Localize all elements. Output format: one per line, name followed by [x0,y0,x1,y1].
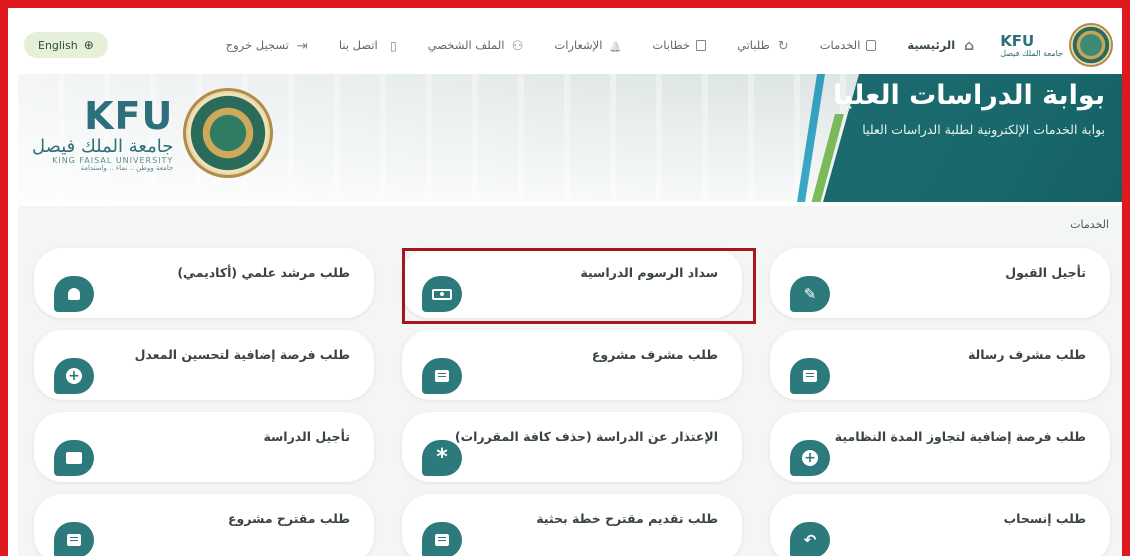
folder-icon [54,440,94,476]
university-logo: KFU جامعة الملك فيصل KING FAISAL UNIVERS… [32,88,274,178]
asterisk-icon: * [422,440,462,476]
nav-item-label: اتصل بنا [338,38,378,52]
nav-item-label: تسجيل خروج [225,38,289,52]
service-card-withdraw-semester[interactable]: الإعتذار عن الدراسة (حذف كافة المقررات) … [402,412,742,482]
logo-slogan: جامعة ووطن .. نماء .. واستدامة [80,163,174,172]
service-card-project-supervisor[interactable]: طلب مشرف مشروع [402,330,742,400]
service-card-label: طلب مشرف رسالة [967,347,1086,362]
nav-item-home[interactable]: الرئيسية [907,38,974,52]
service-card-project-proposal[interactable]: طلب مقترح مشروع [34,494,374,556]
service-card-research-proposal[interactable]: طلب تقديم مقترح خطة بحثية [402,494,742,556]
plus-icon: + [790,440,830,476]
nav-item-label: الملف الشخصي [427,38,505,52]
page-subtitle: بوابة الخدمات الإلكترونية لطلبة الدراسات… [862,122,1105,137]
service-card-label: طلب مقترح مشروع [228,511,350,526]
nav-item-label: خطابات [652,38,690,52]
service-card-label: طلب مرشد علمي (أكاديمي) [177,265,350,280]
screenshot-frame: KFU جامعة الملك فيصل الرئيسية الخدمات طل… [0,0,1130,556]
top-navigation: KFU جامعة الملك فيصل الرئيسية الخدمات طل… [18,16,1122,74]
edit-icon: ✎ [790,276,830,312]
letters-icon [696,39,706,51]
document-icon [790,358,830,394]
service-card-defer-admission[interactable]: تأجيل القبول ✎ [770,248,1110,318]
service-card-label: سداد الرسوم الدراسية [580,265,718,280]
service-card-withdrawal[interactable]: طلب إنسحاب ↶ [770,494,1110,556]
service-card-pay-tuition[interactable]: سداد الرسوم الدراسية [402,248,742,318]
logout-icon [295,39,308,52]
language-toggle-button[interactable]: English [24,32,108,58]
service-card-thesis-supervisor[interactable]: طلب مشرف رسالة [770,330,1110,400]
nav-item-logout[interactable]: تسجيل خروج [226,38,308,52]
service-card-label: طلب فرصة إضافية لتجاوز المدة النظامية [834,429,1086,444]
service-card-label: تأجيل الدراسة [263,429,350,444]
reply-icon: ↶ [790,522,830,556]
service-card-label: طلب مشرف مشروع [591,347,718,362]
service-card-label: تأجيل القبول [1005,265,1086,280]
section-title: الخدمات [1070,218,1109,231]
nav-item-contact[interactable]: اتصل بنا [339,38,397,52]
phone-icon [384,39,397,52]
globe-icon [84,38,94,52]
nav-logo-text: KFU [1000,32,1035,50]
page-title: بوابة الدراسات العليا [832,80,1105,111]
service-card-postpone-study[interactable]: تأجيل الدراسة [34,412,374,482]
nav-item-requests[interactable]: طلباتي [737,38,789,52]
document-icon [422,522,462,556]
cash-icon [422,276,462,312]
nav-item-label: الرئيسية [907,38,956,52]
service-card-label: طلب إنسحاب [1003,511,1086,526]
nav-item-label: الخدمات [819,38,861,52]
user-icon [54,276,94,312]
service-card-extra-period[interactable]: طلب فرصة إضافية لتجاوز المدة النظامية + [770,412,1110,482]
plus-icon: + [54,358,94,394]
nav-item-label: الإشعارات [554,38,603,52]
document-icon [422,358,462,394]
nav-logo[interactable]: KFU جامعة الملك فيصل [1000,23,1113,67]
service-card-academic-advisor[interactable]: طلب مرشد علمي (أكاديمي) [34,248,374,318]
logo-text: KFU [84,93,174,138]
services-section: الخدمات تأجيل القبول ✎ سداد الرسوم الدرا… [18,206,1122,556]
home-icon [961,39,974,52]
service-card-improve-gpa[interactable]: طلب فرصة إضافية لتحسين المعدل + [34,330,374,400]
logo-arabic-name: جامعة الملك فيصل [32,135,174,157]
nav-item-services[interactable]: الخدمات [820,38,877,52]
document-icon [54,522,94,556]
language-label: English [38,38,78,52]
user-icon [510,39,523,52]
service-card-label: الإعتذار عن الدراسة (حذف كافة المقررات) [454,429,718,444]
university-emblem-icon [1069,23,1113,67]
services-icon [866,39,877,51]
bell-icon [608,39,621,52]
nav-item-notifications[interactable]: الإشعارات [554,38,621,52]
requests-icon [776,39,789,52]
nav-item-letters[interactable]: خطابات [652,38,706,52]
nav-logo-arabic: جامعة الملك فيصل [1000,49,1063,58]
nav-item-label: طلباتي [737,38,770,52]
service-card-label: طلب فرصة إضافية لتحسين المعدل [134,347,350,362]
service-card-label: طلب تقديم مقترح خطة بحثية [536,511,718,526]
university-seal-icon [183,88,274,178]
portal-banner: بوابة الدراسات العليا بوابة الخدمات الإل… [18,74,1122,202]
nav-item-profile[interactable]: الملف الشخصي [428,38,524,52]
